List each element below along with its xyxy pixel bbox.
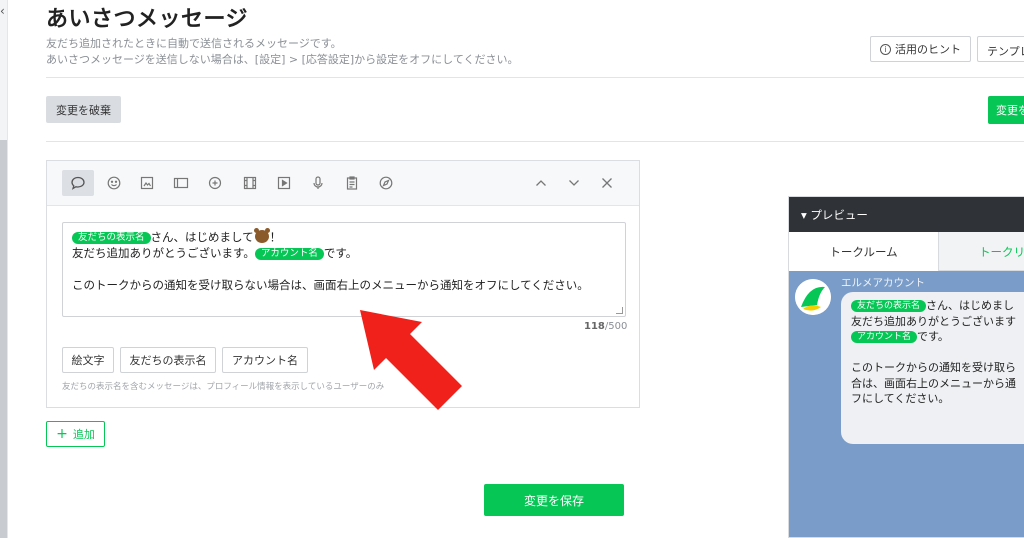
divider [46,77,1024,78]
resize-handle[interactable] [616,307,623,314]
character-counter: 118/500 [584,321,627,332]
speech-bubble-icon[interactable] [62,170,94,196]
info-icon: i [880,43,891,55]
message-line-1: 友だちの表示名 さん、はじめまして ！ [72,228,616,245]
divider [46,141,1024,142]
message-editor-card: 友だちの表示名 さん、はじめまして！ 友だち追加ありがとうございます。 アカウント名… [46,160,640,408]
add-button-label: 追加 [72,428,95,441]
left-scrollbar[interactable] [0,0,8,538]
bubble-line: 友だちの表示名 さん、はじめまし [851,298,1024,314]
video-icon[interactable] [234,170,266,196]
left-scrollbar-thumb[interactable] [0,140,7,538]
bubble-line: アカウント名 です。 [851,329,1024,345]
counter-max: /500 [604,321,628,332]
plus-icon: + [56,426,68,442]
account-avatar [795,279,831,315]
preview-chat-area: エルメアカウント 友だちの表示名 さん、はじめまし 友だち追加ありがとうございます… [789,271,1024,537]
compass-icon[interactable] [370,170,402,196]
bubble-text: です。 [917,330,949,343]
save-changes-top-button[interactable]: 変更を [988,96,1024,124]
app-root: ‹ あいさつメッセージ 友だち追加されたときに自動で送信されるメッセージです。 … [0,0,1024,538]
chevron-left-icon[interactable]: ‹ [0,4,5,18]
insert-account-name-button[interactable]: アカウント名 [222,347,308,373]
editor-note: 友だちの表示名を含むメッセージは、プロフィール情報を表示しているユーザーのみ [62,382,385,392]
save-changes-button[interactable]: 変更を保存 [484,484,624,516]
preview-tabs: トークルーム トークリ [789,232,1024,271]
hint-button-label: 活用のヒント [895,43,961,56]
message-text: さん、はじめまして [150,230,254,244]
preview-account-name: エルメアカウント [841,277,925,289]
emoji-icon[interactable] [98,170,130,196]
message-text: ！ [269,230,282,244]
preview-panel: ▾ プレビュー トークルーム トークリ エルメアカウント 友だちの表示名 さん、は… [788,196,1024,538]
template-button[interactable]: テンプレ [977,36,1024,62]
message-line-3: このトークからの通知を受け取らない場合は、画面右上のメニューから通知をオフにして… [72,278,589,292]
message-text: です。 [323,246,358,260]
account-name-tag: アカウント名 [851,331,918,343]
bear-emoji-icon [253,228,270,243]
insert-emoji-button[interactable]: 絵文字 [62,347,114,373]
account-logo-icon [795,279,831,315]
message-line-2: 友だち追加ありがとうございます。 アカウント名 です。 [72,245,616,261]
image-icon[interactable] [131,170,163,196]
preview-message-bubble: 友だちの表示名 さん、はじめまし 友だち追加ありがとうございます アカウント名 です… [841,292,1024,444]
display-name-tag: 友だちの表示名 [72,232,151,244]
message-textarea[interactable]: 友だちの表示名 さん、はじめまして ！ 友だち追加ありがとうございます。 アカウント名… [62,222,626,317]
counter-current: 118 [584,321,605,332]
insert-display-name-button[interactable]: 友だちの表示名 [120,347,216,373]
tab-talkroom[interactable]: トークルーム [789,232,939,271]
tab-talklist[interactable]: トークリ [979,244,1024,260]
bubble-line: 友だち追加ありがとうございます [851,314,1016,328]
rich-card-icon[interactable] [165,170,197,196]
preview-header[interactable]: ▾ プレビュー [789,197,1024,232]
hint-button[interactable]: i 活用のヒント [870,36,971,62]
page-title: あいさつメッセージ [46,7,249,32]
red-arrow-annotation [360,310,462,410]
page-description-line1: 友だち追加されたときに自動で送信されるメッセージです。 [46,37,342,50]
chevron-down-icon[interactable] [558,170,590,196]
close-icon[interactable] [591,170,623,196]
bubble-line: フにしてください。 [851,392,950,405]
account-name-tag: アカウント名 [254,248,324,260]
discard-changes-button[interactable]: 変更を破棄 [46,96,121,123]
microphone-icon[interactable] [302,170,334,196]
message-text: 友だち追加ありがとうございます。 [72,246,255,260]
bubble-line: このトークからの通知を受け取ら [851,361,1016,374]
sticker-icon[interactable] [199,170,231,196]
display-name-tag: 友だちの表示名 [851,300,927,312]
bubble-line: 合は、画面右上のメニューから通 [851,376,1016,390]
chevron-up-icon[interactable] [525,170,557,196]
bubble-text: さん、はじめまし [926,299,1015,312]
play-icon[interactable] [268,170,300,196]
clipboard-icon[interactable] [336,170,368,196]
add-message-button[interactable]: + 追加 [46,421,105,447]
message-type-toolbar [47,161,639,206]
page-description-line2: あいさつメッセージを送信しない場合は、[設定] > [応答設定]から設定をオフに… [46,53,519,66]
